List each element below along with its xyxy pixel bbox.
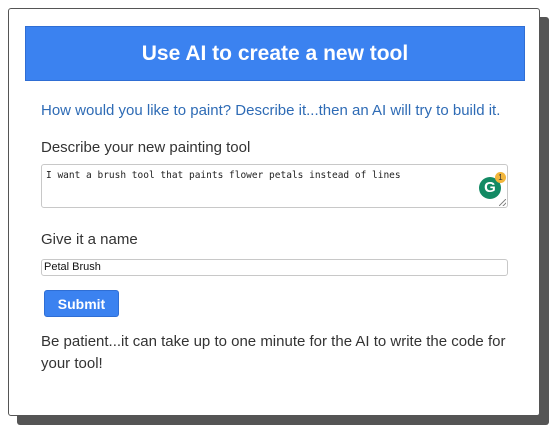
name-label: Give it a name bbox=[41, 231, 138, 248]
describe-textarea[interactable]: I want a brush tool that paints flower p… bbox=[41, 164, 508, 208]
dialog-header: Use AI to create a new tool bbox=[25, 26, 525, 81]
create-tool-dialog: Use AI to create a new tool How would yo… bbox=[8, 8, 540, 416]
grammarly-icon[interactable]: G 1 bbox=[479, 172, 506, 199]
patience-text: Be patient...it can take up to one minut… bbox=[41, 333, 506, 372]
dialog-title: Use AI to create a new tool bbox=[141, 41, 409, 65]
tool-name-input[interactable]: Petal Brush bbox=[41, 259, 508, 276]
describe-value: I want a brush tool that paints flower p… bbox=[46, 170, 401, 181]
tool-name-value: Petal Brush bbox=[44, 261, 101, 273]
describe-label: Describe your new painting tool bbox=[41, 139, 251, 156]
resize-handle-icon[interactable] bbox=[499, 199, 506, 206]
intro-text: How would you like to paint? Describe it… bbox=[41, 102, 501, 119]
grammarly-badge: 1 bbox=[495, 172, 506, 183]
submit-button[interactable]: Submit bbox=[44, 290, 119, 317]
